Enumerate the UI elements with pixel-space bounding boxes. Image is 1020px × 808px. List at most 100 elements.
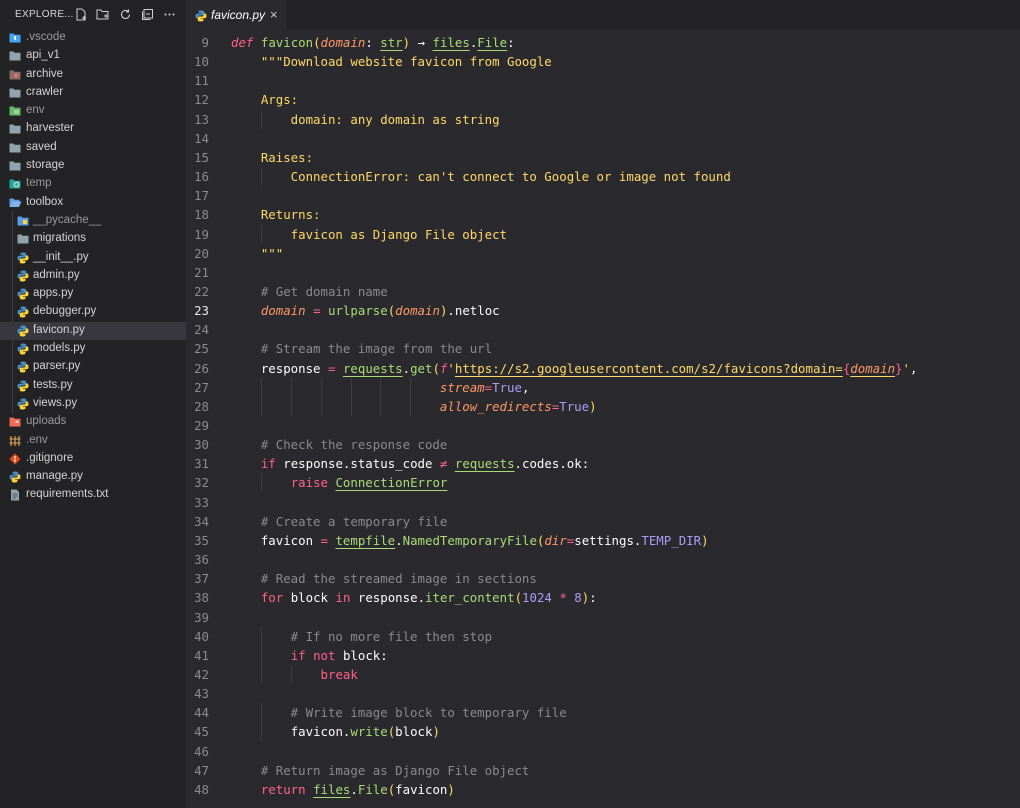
tree-item-api-v1[interactable]: api_v1 — [0, 47, 186, 65]
line-number: 27 — [194, 379, 209, 395]
env-folder-icon — [9, 105, 21, 117]
tab-favicon-py[interactable]: favicon.py × — [186, 0, 286, 30]
folder-open-icon — [9, 197, 22, 209]
code-line[interactable]: 37 # Read the streamed image in sections — [186, 569, 1020, 588]
code-line[interactable]: 12 Args: — [186, 90, 1020, 109]
code-line[interactable]: 15 Raises: — [186, 148, 1020, 167]
tree-item-saved[interactable]: saved — [0, 139, 186, 157]
tree-item-label: __init__.py — [33, 250, 89, 263]
code-text: response = requests.get(f'https://s2.goo… — [260, 360, 918, 376]
code-line[interactable]: 25 # Stream the image from the url — [186, 339, 1020, 358]
tree-item-tests-py[interactable]: tests.py — [0, 377, 186, 395]
code-line[interactable]: 23 domain = urlparse(domain).netloc — [186, 301, 1020, 320]
code-line[interactable]: 26 response = requests.get(f'https://s2.… — [186, 359, 1020, 378]
code-line[interactable]: 30 # Check the response code — [186, 435, 1020, 454]
tree-item-crawler[interactable]: crawler — [0, 84, 186, 102]
tree-item-label: admin.py — [33, 268, 80, 281]
code-line[interactable]: 24 — [186, 320, 1020, 339]
refresh-icon[interactable] — [117, 6, 133, 22]
tree-item-temp[interactable]: temp — [0, 175, 186, 193]
code-line[interactable]: 34 # Create a temporary file — [186, 512, 1020, 531]
code-line[interactable]: 29 — [186, 416, 1020, 435]
collapse-icon[interactable] — [139, 6, 155, 22]
code-line[interactable]: 32 raise ConnectionError — [186, 473, 1020, 493]
code-text: if not block: — [290, 647, 388, 663]
line-number: 19 — [194, 226, 209, 242]
tree-item-label: harvester — [26, 122, 74, 135]
tree-item-admin-py[interactable]: admin.py — [0, 267, 186, 285]
code-line[interactable]: 35 favicon = tempfile.NamedTemporaryFile… — [186, 531, 1020, 550]
tree-item-models-py[interactable]: models.py — [0, 340, 186, 358]
code-line[interactable]: 27 stream=True, — [186, 377, 1020, 397]
tree-item-apps-py[interactable]: apps.py — [0, 285, 186, 303]
python-file-icon — [17, 288, 29, 300]
code-line[interactable]: 13 domain: any domain as string — [186, 109, 1020, 129]
tree-item-label: temp — [26, 177, 52, 190]
line-number: 23 — [194, 303, 209, 319]
tree-item-harvester[interactable]: harvester — [0, 120, 186, 138]
code-editor[interactable]: 9 def favicon(domain: str) → files.File: 1… — [186, 30, 1020, 808]
code-line[interactable]: 46 — [186, 742, 1020, 761]
code-line[interactable]: 45 favicon.write(block) — [186, 722, 1020, 742]
tree-item-views-py[interactable]: views.py — [0, 395, 186, 413]
explorer-title: EXPLORE... — [15, 9, 74, 20]
more-icon[interactable] — [161, 6, 177, 22]
tab-label: favicon.py — [211, 8, 266, 22]
tree-item-toolbox[interactable]: toolbox — [0, 194, 186, 212]
tree-item-gitignore[interactable]: .gitignore — [0, 450, 186, 468]
code-line[interactable]: 44 # Write image block to temporary file — [186, 703, 1020, 723]
tree-item-env[interactable]: .env — [0, 432, 186, 450]
code-line[interactable]: 20 """ — [186, 244, 1020, 263]
tree-item-label: .vscode — [26, 31, 66, 43]
tree-item-uploads[interactable]: uploads — [0, 413, 186, 431]
code-text: return files.File(favicon) — [260, 781, 455, 797]
pycache-folder-icon — [17, 215, 29, 227]
tree-item-favicon-py[interactable]: favicon.py — [0, 321, 186, 341]
code-text: # Write image block to temporary file — [231, 705, 567, 721]
new-folder-icon[interactable] — [95, 6, 111, 22]
tree-item-storage[interactable]: storage — [0, 157, 186, 175]
code-line[interactable]: 16 ConnectionError: can't connect to Goo… — [186, 167, 1020, 187]
tree-item-manage-py[interactable]: manage.py — [0, 468, 186, 486]
tree-item-vscode[interactable]: .vscode — [0, 29, 186, 47]
tree-item-requirements-txt[interactable]: requirements.txt — [0, 486, 186, 504]
code-line[interactable]: 47 # Return image as Django File object — [186, 761, 1020, 780]
code-line[interactable]: 21 — [186, 263, 1020, 282]
code-line[interactable]: 17 — [186, 186, 1020, 205]
code-line[interactable]: 22 # Get domain name — [186, 282, 1020, 301]
code-line[interactable]: 28 allow_redirects=True) — [186, 396, 1020, 416]
code-text: # Return image as Django File object — [231, 762, 530, 778]
code-line[interactable]: 38 for block in response.iter_content(10… — [186, 588, 1020, 607]
code-line[interactable]: 42 break — [186, 664, 1020, 684]
python-file-icon — [17, 270, 29, 282]
tree-item-migrations[interactable]: migrations — [0, 230, 186, 248]
code-line[interactable]: 19 favicon as Django File object — [186, 224, 1020, 244]
code-line[interactable]: 43 — [186, 684, 1020, 703]
code-line[interactable]: 14 — [186, 129, 1020, 148]
code-line[interactable]: 18 Returns: — [186, 205, 1020, 224]
folder-icon — [9, 123, 21, 135]
line-number: 38 — [194, 590, 209, 606]
code-line[interactable]: 31 if response.status_code ≠ requests.co… — [186, 454, 1020, 473]
code-line[interactable]: 10 """Download website favicon from Goog… — [186, 52, 1020, 71]
line-number: 34 — [194, 513, 209, 529]
code-text: favicon.write(block) — [290, 724, 440, 740]
code-line[interactable]: 41 if not block: — [186, 645, 1020, 665]
code-line[interactable]: 40 # If no more file then stop — [186, 626, 1020, 646]
code-line[interactable]: 48 return files.File(favicon) — [186, 780, 1020, 799]
tree-item-label: uploads — [26, 415, 67, 428]
code-line[interactable]: 9 def favicon(domain: str) → files.File: — [186, 33, 1020, 52]
code-line[interactable]: 11 — [186, 71, 1020, 90]
new-file-icon[interactable] — [73, 6, 89, 22]
tree-item-env[interactable]: env — [0, 102, 186, 120]
tree-item-init-py[interactable]: __init__.py — [0, 249, 186, 267]
code-line[interactable]: 36 — [186, 550, 1020, 569]
tree-item-archive[interactable]: archive — [0, 66, 186, 84]
code-text: Raises: — [231, 149, 314, 165]
code-line[interactable]: 33 — [186, 493, 1020, 512]
code-line[interactable]: 39 — [186, 608, 1020, 627]
close-icon[interactable]: × — [270, 7, 278, 22]
tree-item-pycache[interactable]: __pycache__ — [0, 212, 186, 230]
tree-item-debugger-py[interactable]: debugger.py — [0, 303, 186, 321]
tree-item-parser-py[interactable]: parser.py — [0, 358, 186, 376]
